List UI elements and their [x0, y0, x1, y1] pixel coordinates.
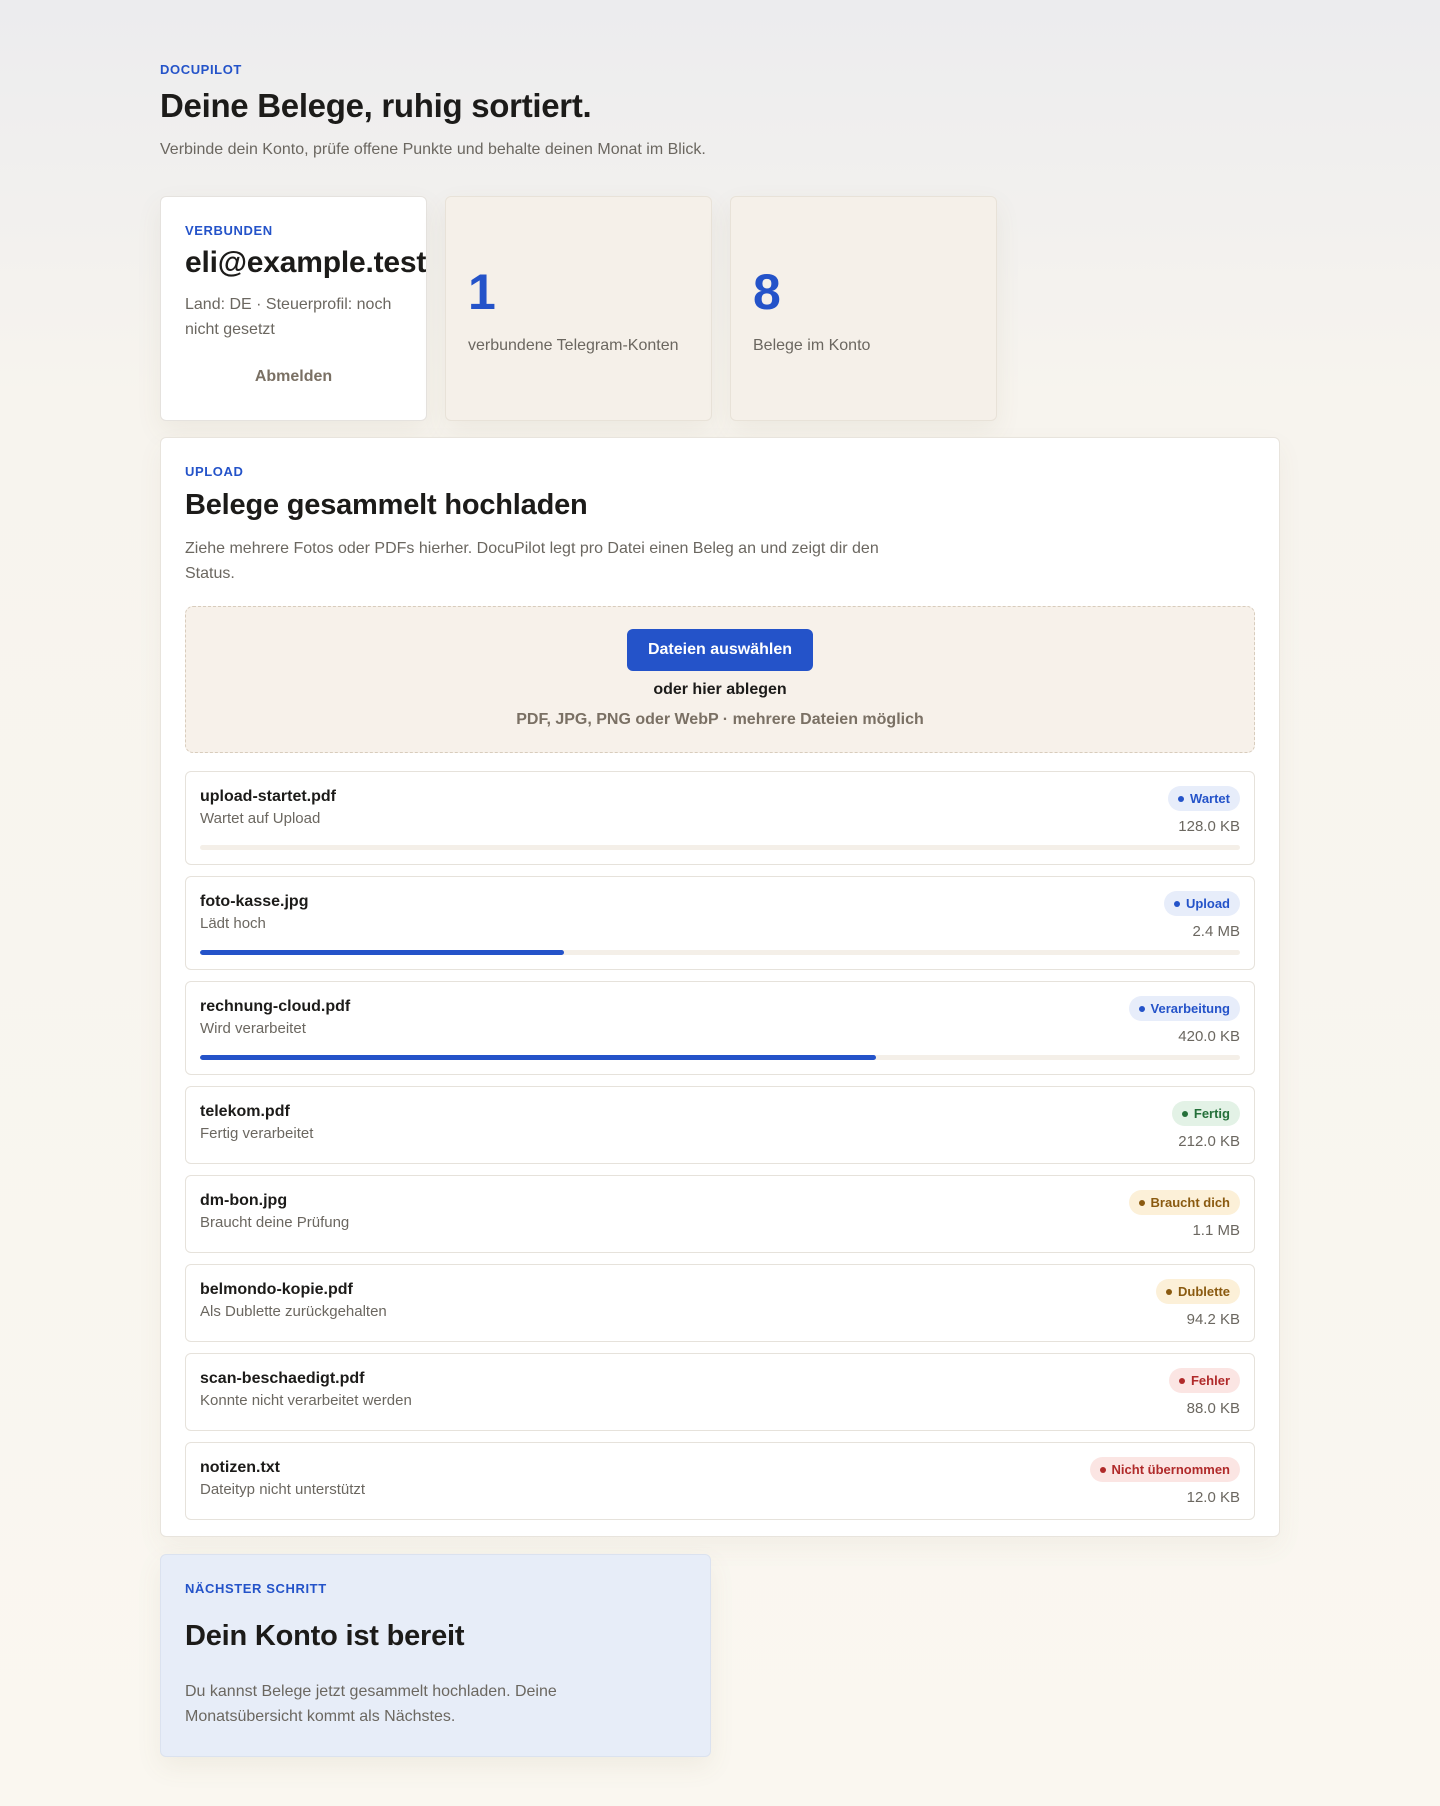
page-title: Deine Belege, ruhig sortiert. [160, 87, 592, 124]
status-dot-icon [1178, 795, 1185, 802]
file-row[interactable]: upload-startet.pdf Wartet auf Upload Warte… [185, 771, 1255, 865]
file-meta: Nicht übernommen 12.0 KB [1089, 1457, 1240, 1506]
account-email: eli@example.test [185, 246, 427, 279]
status-badge: Braucht dich [1128, 1190, 1240, 1215]
status-badge: Upload [1163, 891, 1240, 916]
file-meta: Verarbeitung 420.0 KB [1128, 996, 1240, 1045]
file-name: belmondo-kopie.pdf [200, 1281, 353, 1298]
next-step-card: NÄCHSTER SCHRITT Dein Konto ist bereit D… [160, 1554, 711, 1757]
upload-eyebrow: UPLOAD [185, 464, 244, 479]
file-size: 2.4 MB [1192, 923, 1240, 940]
file-status: Als Dublette zurückgehalten [200, 1303, 387, 1320]
file-status: Konnte nicht verarbeitet werden [200, 1392, 412, 1409]
file-meta: Dublette 94.2 KB [1156, 1279, 1240, 1328]
status-badge: Wartet [1168, 786, 1240, 811]
status-badge-label: Wartet [1190, 791, 1230, 806]
file-name: upload-startet.pdf [200, 788, 336, 805]
file-status: Wartet auf Upload [200, 810, 321, 827]
account-meta: Land: DE · Steuerprofil: noch nicht gese… [185, 296, 392, 338]
upload-description: Ziehe mehrere Fotos oder PDFs hierher. D… [185, 540, 879, 582]
status-badge: Dublette [1156, 1279, 1240, 1304]
page-subtitle: Verbinde dein Konto, prüfe offene Punkte… [160, 141, 706, 158]
file-size: 212.0 KB [1178, 1133, 1240, 1150]
file-meta: Upload 2.4 MB [1163, 891, 1240, 940]
status-badge: Verarbeitung [1128, 996, 1240, 1021]
account-eyebrow: VERBUNDEN [185, 223, 273, 238]
status-dot-icon [1138, 1199, 1145, 1206]
stat-card-telegram: 1 verbundene Telegram-Konten [445, 196, 712, 421]
file-row[interactable]: rechnung-cloud.pdf Wird verarbeitet Verarb… [185, 981, 1255, 1075]
file-types-hint: PDF, JPG, PNG oder WebP · mehrere Dateie… [516, 711, 924, 728]
status-badge: Fertig [1171, 1101, 1240, 1126]
logout-button[interactable]: Abmelden [185, 368, 402, 386]
file-row[interactable]: dm-bon.jpg Braucht deine Prüfung Braucht d… [185, 1175, 1255, 1253]
summary-cards: VERBUNDEN eli@example.test Land: DE · St… [160, 196, 997, 421]
stat-value: 8 [753, 264, 781, 320]
file-size: 420.0 KB [1178, 1028, 1240, 1045]
drop-zone[interactable]: Dateien auswählen oder hier ablegen PDF,… [185, 606, 1255, 753]
stat-card-receipts: 8 Belege im Konto [730, 196, 997, 421]
status-badge-label: Fehler [1190, 1373, 1230, 1388]
progress-bar [200, 950, 1240, 955]
file-meta: Braucht dich 1.1 MB [1128, 1190, 1240, 1239]
stat-label: Belege im Konto [753, 337, 871, 354]
file-list: upload-startet.pdf Wartet auf Upload Warte… [185, 771, 1255, 1520]
file-name: rechnung-cloud.pdf [200, 998, 351, 1015]
file-row[interactable]: scan-beschaedigt.pdf Konnte nicht verarbe… [185, 1353, 1255, 1431]
status-dot-icon [1178, 1377, 1185, 1384]
status-badge-label: Dublette [1178, 1284, 1230, 1299]
status-badge-label: Verarbeitung [1150, 1001, 1230, 1016]
file-status: Dateityp nicht unterstützt [200, 1481, 366, 1498]
select-files-button[interactable]: Dateien auswählen [626, 629, 814, 671]
file-meta: Wartet 128.0 KB [1168, 786, 1240, 835]
file-name: dm-bon.jpg [200, 1192, 288, 1209]
next-step-eyebrow: NÄCHSTER SCHRITT [185, 1581, 327, 1596]
file-name: telekom.pdf [200, 1103, 290, 1120]
stat-value: 1 [468, 264, 496, 320]
file-row[interactable]: belmondo-kopie.pdf Als Dublette zurückgeh… [185, 1264, 1255, 1342]
status-badge: Nicht übernommen [1089, 1457, 1240, 1482]
file-row[interactable]: telekom.pdf Fertig verarbeitet Fertig 212.0… [185, 1086, 1255, 1164]
file-row[interactable]: notizen.txt Dateityp nicht unterstützt Nic… [185, 1442, 1255, 1520]
status-dot-icon [1181, 1110, 1188, 1117]
progress-fill [200, 950, 564, 955]
status-dot-icon [1099, 1466, 1106, 1473]
file-name: scan-beschaedigt.pdf [200, 1370, 365, 1387]
file-size: 94.2 KB [1186, 1311, 1240, 1328]
file-name: notizen.txt [200, 1459, 280, 1476]
file-size: 88.0 KB [1186, 1400, 1240, 1417]
file-status: Lädt hoch [200, 915, 266, 932]
file-size: 128.0 KB [1178, 818, 1240, 835]
file-name: foto-kasse.jpg [200, 893, 309, 910]
stat-label: verbundene Telegram-Konten [468, 337, 679, 354]
next-step-title: Dein Konto ist bereit [185, 1620, 465, 1652]
status-dot-icon [1173, 900, 1180, 907]
status-badge-label: Upload [1185, 896, 1230, 911]
upload-section: UPLOAD Belege gesammelt hochladen Ziehe … [160, 437, 1280, 1537]
status-badge-label: Braucht dich [1150, 1195, 1230, 1210]
status-badge-label: Fertig [1193, 1106, 1230, 1121]
next-step-text: Du kannst Belege jetzt gesammelt hochlad… [185, 1683, 557, 1725]
file-status: Wird verarbeitet [200, 1020, 306, 1037]
status-badge-label: Nicht übernommen [1111, 1462, 1230, 1477]
status-badge: Fehler [1168, 1368, 1240, 1393]
status-dot-icon [1138, 1005, 1145, 1012]
progress-bar [200, 1055, 1240, 1060]
brand-label: DOCUPILOT [160, 62, 242, 77]
drop-hint: oder hier ablegen [653, 681, 787, 698]
progress-bar [200, 845, 1240, 850]
file-status: Fertig verarbeitet [200, 1125, 314, 1142]
file-row[interactable]: foto-kasse.jpg Lädt hoch Upload 2.4 MB [185, 876, 1255, 970]
file-status: Braucht deine Prüfung [200, 1214, 350, 1231]
account-card: VERBUNDEN eli@example.test Land: DE · St… [160, 196, 427, 421]
file-size: 1.1 MB [1192, 1222, 1240, 1239]
file-meta: Fehler 88.0 KB [1168, 1368, 1240, 1417]
file-size: 12.0 KB [1186, 1489, 1240, 1506]
upload-title: Belege gesammelt hochladen [185, 489, 588, 521]
progress-fill [200, 1055, 876, 1060]
status-dot-icon [1166, 1288, 1172, 1295]
file-meta: Fertig 212.0 KB [1171, 1101, 1240, 1150]
page-header: DOCUPILOT Deine Belege, ruhig sortiert. … [160, 62, 706, 159]
